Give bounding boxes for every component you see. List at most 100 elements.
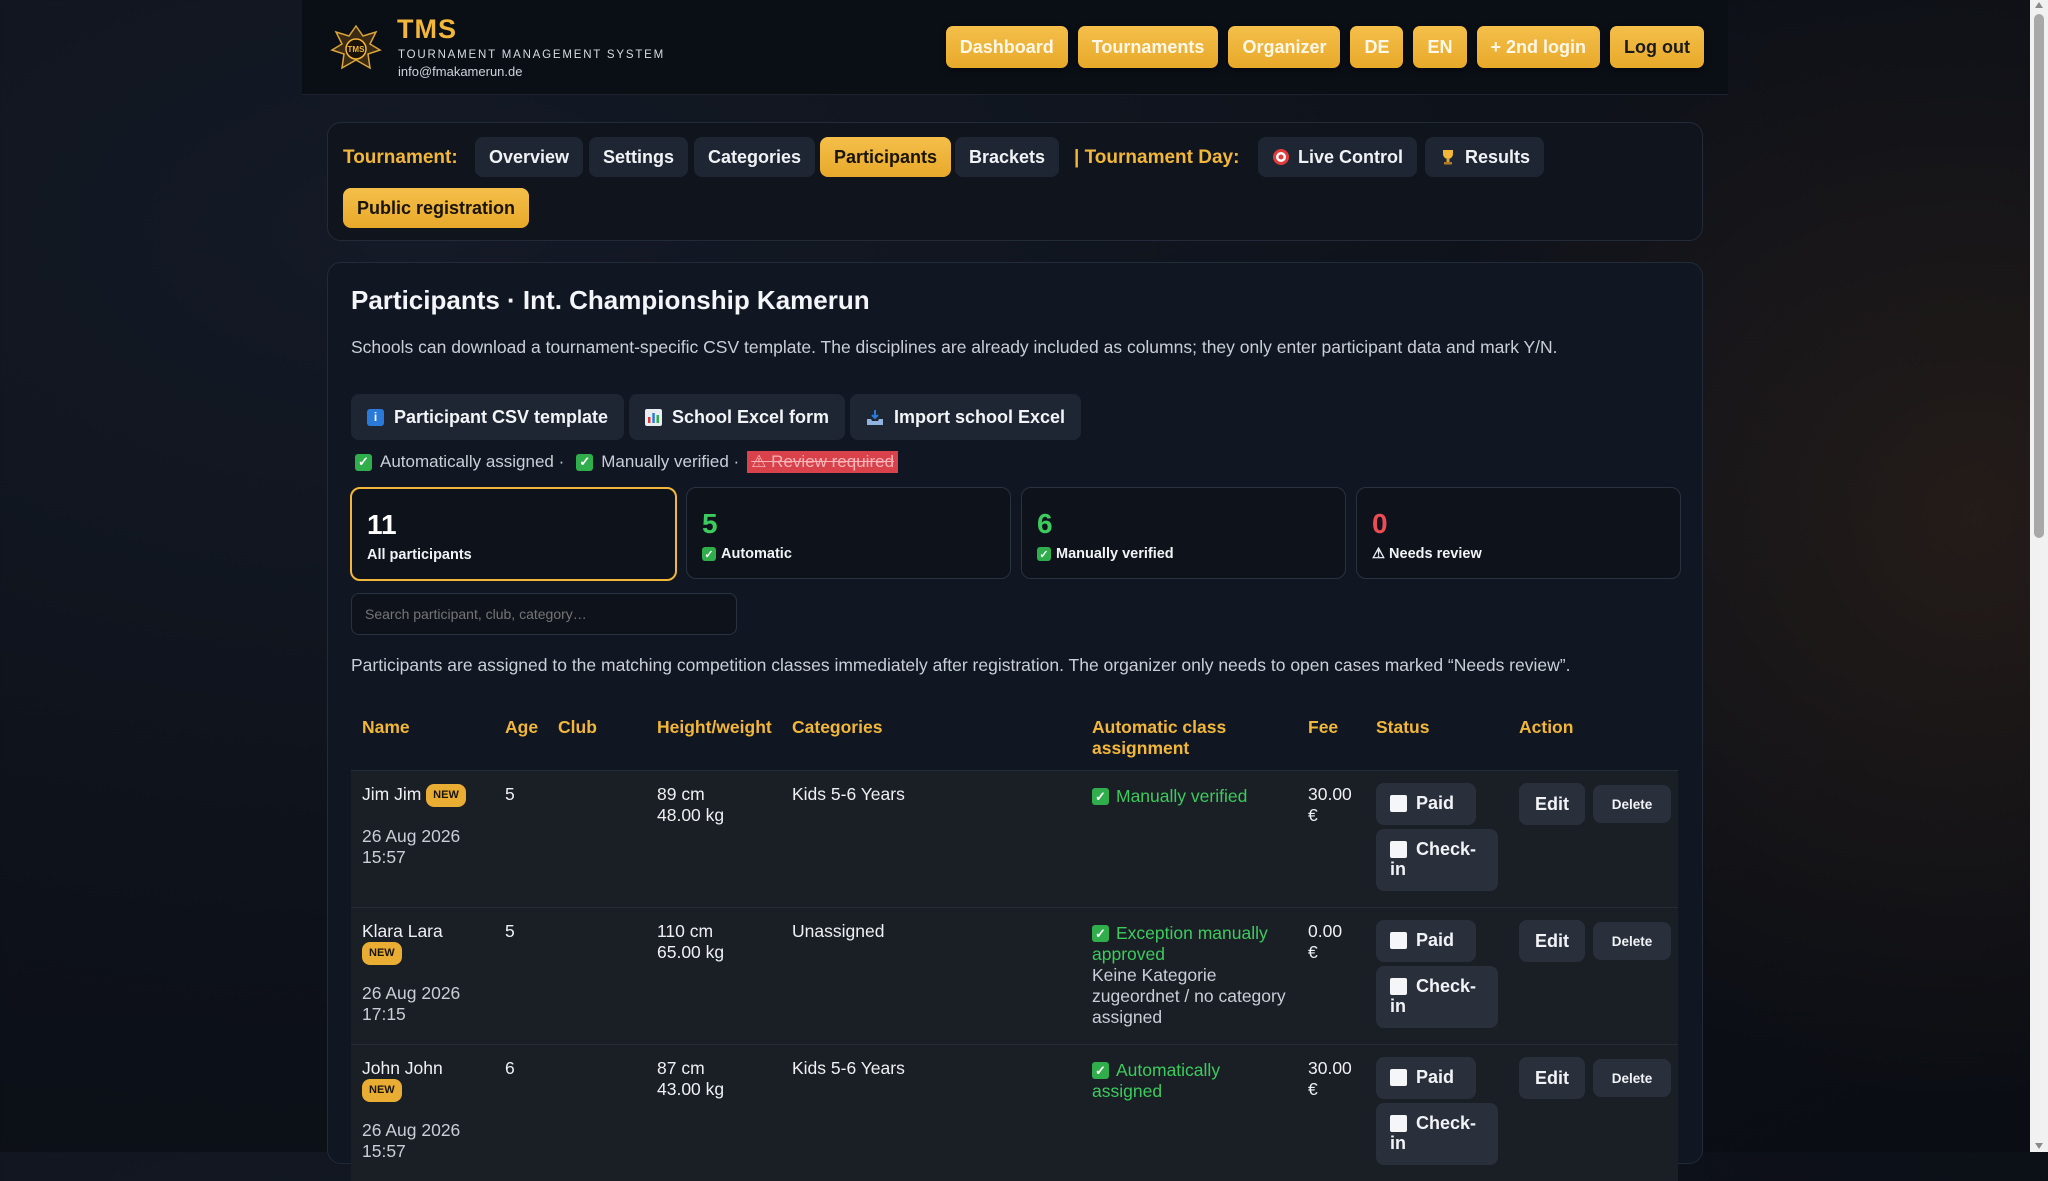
checkmark-icon: ✓ — [1092, 1062, 1109, 1079]
nav-tournaments-button[interactable]: Tournaments — [1077, 26, 1219, 68]
participant-name: Jim Jim — [362, 784, 422, 805]
participant-name: John John — [362, 1058, 443, 1078]
tab-categories[interactable]: Categories — [694, 137, 816, 177]
fee-cell: 30.00 € — [1308, 1058, 1352, 1100]
col-status: Status — [1376, 717, 1430, 737]
tab-overview[interactable]: Overview — [475, 137, 584, 177]
nav-organizer-button[interactable]: Organizer — [1228, 26, 1341, 68]
weight-value: 65.00 kg — [657, 942, 725, 962]
height-value: 89 cm — [657, 784, 705, 804]
checkbox-icon — [1390, 1069, 1407, 1086]
tab-brackets[interactable]: Brackets — [955, 137, 1060, 177]
import-excel-button[interactable]: Import school Excel — [850, 394, 1082, 440]
edit-button[interactable]: Edit — [1519, 1057, 1585, 1099]
second-login-button[interactable]: + 2nd login — [1476, 26, 1601, 68]
assignment-cell: ✓ Manually verified — [1092, 786, 1247, 807]
tab-settings[interactable]: Settings — [589, 137, 689, 177]
height-weight-cell: 110 cm 65.00 kg — [657, 921, 724, 963]
checkin-label: Check-in — [1390, 839, 1476, 879]
participant-name-cell: Klara Lara NEW — [362, 921, 443, 965]
registration-date: 26 Aug 2026 17:15 — [362, 983, 460, 1025]
checkin-checkbox[interactable]: Check-in — [1376, 829, 1498, 891]
delete-button[interactable]: Delete — [1593, 922, 1671, 960]
stat-value: 11 — [367, 509, 397, 540]
stat-value: 5 — [702, 508, 718, 539]
checkin-label-line2: in — [1390, 859, 1406, 879]
page-description: Schools can download a tournament-specif… — [351, 337, 1558, 357]
lang-en-button[interactable]: EN — [1413, 26, 1467, 68]
fee-currency: € — [1308, 805, 1318, 825]
stat-label: Automatic — [721, 546, 792, 562]
scroll-up-arrow-icon[interactable] — [2035, 2, 2043, 8]
assignment-note-line2: zugeordnet / no category — [1092, 986, 1286, 1006]
age-cell: 5 — [505, 784, 515, 804]
registration-date-day: 26 Aug 2026 — [362, 1120, 461, 1140]
checkin-label-line2: in — [1390, 1133, 1406, 1153]
checkmark-icon: ✓ — [702, 547, 716, 561]
edit-button[interactable]: Edit — [1519, 783, 1585, 825]
col-auto-assignment: Automatic class assignment — [1092, 717, 1226, 759]
csv-template-button[interactable]: i Participant CSV template — [351, 394, 625, 440]
scroll-down-arrow-icon[interactable] — [2035, 1143, 2043, 1149]
paid-checkbox[interactable]: Paid — [1376, 783, 1476, 825]
category-cell: Unassigned — [792, 921, 885, 941]
edit-button[interactable]: Edit — [1519, 920, 1585, 962]
registration-date-time: 15:57 — [362, 847, 406, 867]
checkin-label-line1: Check- — [1416, 1113, 1477, 1133]
age-cell: 5 — [505, 921, 515, 941]
tab-public-registration[interactable]: Public registration — [343, 188, 530, 228]
tab-participants[interactable]: Participants — [820, 137, 952, 177]
fee-amount: 30.00 — [1308, 1058, 1352, 1078]
status-legend: ✓ Automatically assigned · ✓ Manually ve… — [355, 451, 899, 473]
col-auto-assignment-line2: assignment — [1092, 738, 1190, 758]
assignment-status: ✓ Exception manually — [1092, 923, 1286, 944]
checkin-checkbox[interactable]: Check-in — [1376, 966, 1498, 1028]
checkmark-icon: ✓ — [576, 453, 594, 471]
import-excel-label: Import school Excel — [894, 406, 1066, 427]
participant-search-input[interactable] — [351, 593, 737, 635]
registration-date-time: 17:15 — [362, 1004, 406, 1024]
table-row: Klara Lara NEW 26 Aug 2026 17:15 5 110 c… — [351, 907, 1678, 1044]
assignment-note: Keine Kategorie zugeordnet / no category… — [1092, 965, 1286, 1028]
excel-form-label: School Excel form — [672, 406, 830, 427]
assignment-cell: ✓ Exception manually approved Keine Kate… — [1092, 923, 1286, 1028]
assignment-status-line1: Exception manually — [1116, 923, 1268, 943]
assignment-cell: ✓ Automatically assigned — [1092, 1060, 1220, 1102]
assignment-status-line2: assigned — [1092, 1081, 1163, 1101]
new-badge: NEW — [362, 1079, 402, 1102]
assignment-status-text: Manually verified — [1116, 786, 1247, 807]
paid-checkbox[interactable]: Paid — [1376, 1057, 1476, 1099]
page-scrollbar[interactable] — [2030, 0, 2048, 1152]
category-cell: Kids 5-6 Years — [792, 784, 905, 804]
col-action: Action — [1519, 717, 1574, 737]
logout-button[interactable]: Log out — [1610, 26, 1704, 68]
new-badge: NEW — [362, 942, 402, 965]
tab-results-label: Results — [1465, 146, 1531, 167]
main-nav: Dashboard Tournaments Organizer DE EN + … — [945, 26, 1704, 68]
excel-form-button[interactable]: School Excel form — [629, 394, 846, 440]
delete-button[interactable]: Delete — [1593, 1059, 1671, 1097]
age-cell: 6 — [505, 1058, 515, 1078]
paid-label: Paid — [1416, 1067, 1455, 1087]
bar-chart-icon — [645, 408, 662, 426]
checkin-checkbox[interactable]: Check-in — [1376, 1103, 1498, 1165]
stat-automatic[interactable]: 5 ✓ Automatic — [686, 487, 1011, 579]
fee-currency: € — [1308, 942, 1318, 962]
paid-checkbox[interactable]: Paid — [1376, 920, 1476, 962]
delete-button[interactable]: Delete — [1593, 785, 1671, 823]
checkin-label-line2: in — [1390, 996, 1406, 1016]
scrollbar-thumb[interactable] — [2034, 14, 2044, 538]
stat-needs-review[interactable]: 0 ⚠ Needs review — [1356, 487, 1681, 579]
tab-live-control[interactable]: Live Control — [1258, 137, 1418, 177]
tab-results[interactable]: Results — [1425, 137, 1545, 177]
participants-panel: Participants · Int. Championship Kamerun… — [327, 262, 1703, 1181]
assignment-note-line3: assigned — [1092, 1007, 1163, 1027]
checkin-label: Check-in — [1390, 1113, 1477, 1153]
lang-de-button[interactable]: DE — [1350, 26, 1404, 68]
stat-manually-verified[interactable]: 6 ✓ Manually verified — [1021, 487, 1346, 579]
nav-dashboard-button[interactable]: Dashboard — [945, 26, 1068, 68]
stat-all-participants[interactable]: 11 All participants — [350, 487, 677, 581]
page-title: Participants · Int. Championship Kamerun — [351, 285, 870, 315]
inbox-tray-icon — [867, 409, 883, 425]
stat-label: Manually verified — [1056, 546, 1174, 562]
